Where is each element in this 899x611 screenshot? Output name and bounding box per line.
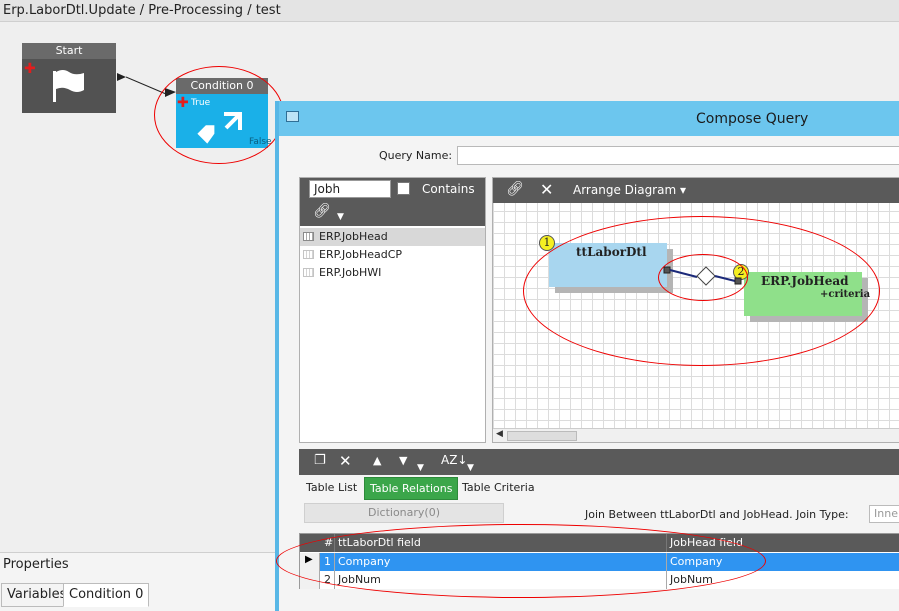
- window-title-bar: Erp.LaborDtl.Update / Pre-Processing / t…: [0, 0, 899, 22]
- arrange-diagram-label: Arrange Diagram: [573, 183, 677, 197]
- diagram-toolbar: 🔗︎ ✕ Arrange Diagram ▾: [493, 178, 899, 203]
- horizontal-scrollbar[interactable]: ◀: [493, 428, 899, 442]
- delete-icon[interactable]: ✕: [339, 452, 352, 470]
- table-item-jobhead[interactable]: ERP.JobHead: [300, 228, 485, 246]
- scroll-left-icon[interactable]: ◀: [496, 429, 503, 439]
- window-icon: [286, 111, 299, 122]
- dialog-title: Compose Query: [696, 111, 809, 127]
- table-search-input[interactable]: Jobh: [309, 180, 391, 198]
- query-tabs: Table List Table Relations Table Criteri…: [299, 477, 899, 501]
- start-node-label: Start: [22, 43, 116, 59]
- query-diagram[interactable]: 🔗︎ ✕ Arrange Diagram ▾ ttLaborDtl 1 ERP.…: [492, 177, 899, 443]
- search-toolbar: Jobh Contains 🔗︎ ▼: [300, 178, 485, 226]
- tab-table-list[interactable]: Table List: [306, 481, 357, 494]
- tab-condition-0[interactable]: Condition 0: [63, 583, 150, 607]
- move-down-icon[interactable]: ▼: [399, 454, 407, 467]
- annotation-ellipse: [154, 66, 284, 164]
- relations-toolbar: ❐ ✕ ▲ ▼ ▼ AZ↓ ▼: [299, 449, 899, 475]
- start-node[interactable]: Start ✚: [22, 43, 116, 113]
- contains-checkbox[interactable]: [397, 182, 410, 195]
- join-type-select[interactable]: Inner: [869, 505, 899, 523]
- chevron-down-icon[interactable]: ▼: [337, 212, 344, 222]
- properties-panel: Properties Variables Condition 0: [0, 552, 275, 611]
- query-name-input[interactable]: [457, 146, 899, 165]
- move-up-icon[interactable]: ▲: [373, 454, 381, 467]
- new-icon[interactable]: ❐: [314, 453, 326, 468]
- contains-label: Contains: [422, 182, 475, 196]
- add-icon[interactable]: ✚: [24, 61, 36, 77]
- scrollbar-thumb[interactable]: [507, 431, 577, 441]
- table-item-label: ERP.JobHeadCP: [319, 248, 403, 261]
- join-type-label: Join Type:: [796, 508, 849, 521]
- annotation-ellipse: [276, 524, 766, 598]
- table-icon: [303, 250, 314, 259]
- arrange-diagram-menu[interactable]: Arrange Diagram ▾: [573, 183, 686, 197]
- properties-title: Properties: [3, 557, 69, 572]
- tab-table-relations[interactable]: Table Relations: [364, 477, 459, 500]
- table-search-panel: Jobh Contains 🔗︎ ▼ ERP.JobHead ERP.JobHe…: [299, 177, 486, 443]
- table-item-jobheadcp[interactable]: ERP.JobHeadCP: [300, 246, 485, 264]
- chevron-down-icon[interactable]: ▼: [417, 463, 424, 473]
- table-item-jobhwi[interactable]: ERP.JobHWI: [300, 264, 485, 282]
- close-icon[interactable]: ✕: [540, 180, 553, 199]
- chevron-down-icon[interactable]: ▼: [467, 463, 474, 473]
- tab-variables[interactable]: Variables: [1, 583, 73, 607]
- table-item-label: ERP.JobHead: [319, 230, 388, 243]
- annotation-ellipse: [658, 254, 748, 301]
- start-node-body: ✚: [22, 59, 116, 113]
- join-between-text: Join Between ttLaborDtl and JobHead.: [585, 508, 793, 521]
- table-icon: [303, 232, 314, 241]
- tab-table-criteria[interactable]: Table Criteria: [462, 481, 535, 494]
- table-item-label: ERP.JobHWI: [319, 266, 382, 279]
- link-icon[interactable]: 🔗︎: [506, 181, 524, 197]
- dialog-title-bar[interactable]: Compose Query: [279, 101, 899, 136]
- join-description: Join Between ttLaborDtl and JobHead. Joi…: [585, 508, 849, 521]
- table-icon: [303, 268, 314, 277]
- query-name-label: Query Name:: [379, 149, 453, 162]
- link-icon[interactable]: 🔗︎: [313, 203, 331, 219]
- dictionary-button[interactable]: Dictionary(0): [304, 503, 504, 523]
- flag-icon: [53, 70, 84, 102]
- window-title: Erp.LaborDtl.Update / Pre-Processing / t…: [3, 3, 281, 18]
- sort-icon[interactable]: AZ↓: [441, 453, 467, 467]
